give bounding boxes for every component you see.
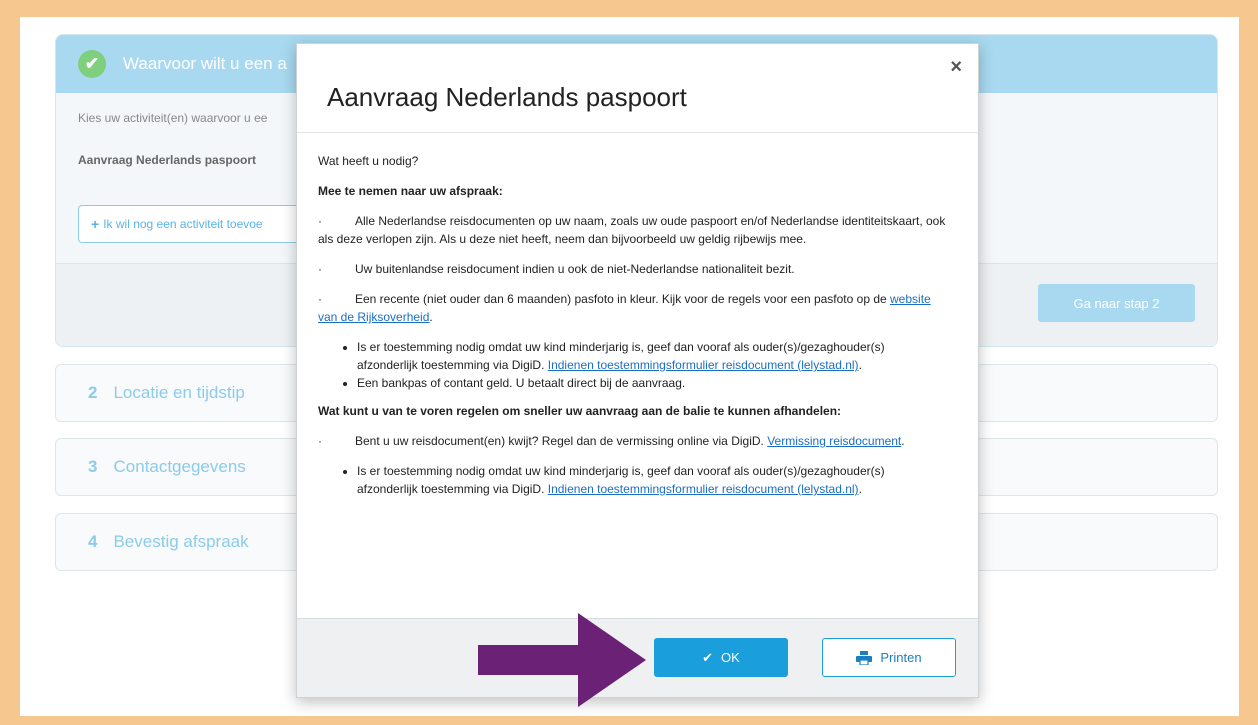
- period: .: [901, 434, 905, 448]
- step-number: 2: [88, 383, 98, 402]
- step-number: 4: [88, 532, 98, 551]
- plus-icon: +: [91, 216, 100, 232]
- close-icon[interactable]: ×: [950, 56, 962, 79]
- requirement-item: · Een recente (niet ouder dan 6 maanden) …: [318, 290, 948, 326]
- ok-label: OK: [721, 650, 740, 665]
- requirement-item: · Bent u uw reisdocument(en) kwijt? Regel…: [318, 432, 948, 450]
- modal-body: Wat heeft u nodig? Mee te nemen naar uw …: [297, 134, 978, 621]
- check-icon: ✔: [78, 50, 106, 78]
- info-modal: Aanvraag Nederlands paspoort × Wat heeft…: [296, 43, 979, 698]
- consent-form-link[interactable]: Indienen toestemmingsformulier reisdocum…: [548, 358, 859, 372]
- requirement-item: · Uw buitenlandse reisdocument indien u o…: [318, 260, 948, 278]
- modal-header: Aanvraag Nederlands paspoort ×: [297, 44, 978, 133]
- step-label: Bevestig afspraak: [113, 532, 249, 551]
- list-item: Is er toestemming nodig omdat uw kind mi…: [357, 462, 948, 498]
- step-number: 3: [88, 457, 98, 476]
- requirement-item: · Alle Nederlandse reisdocumenten op uw n…: [318, 212, 948, 248]
- list-item: Is er toestemming nodig omdat uw kind mi…: [357, 338, 948, 374]
- period: .: [858, 482, 862, 496]
- consent-form-link[interactable]: Indienen toestemmingsformulier reisdocum…: [548, 482, 859, 496]
- step-label: Locatie en tijdstip: [113, 383, 245, 402]
- list-item-text: Een bankpas of contant geld. U betaalt d…: [357, 376, 686, 390]
- list-item: Een bankpas of contant geld. U betaalt d…: [357, 374, 948, 392]
- dot-bullet: ·: [318, 262, 322, 276]
- printer-icon: [856, 650, 873, 665]
- step-label: Contactgegevens: [113, 457, 246, 476]
- period: .: [429, 310, 433, 324]
- vermissing-link[interactable]: Vermissing reisdocument: [767, 434, 901, 448]
- consent-list: Is er toestemming nodig omdat uw kind mi…: [318, 462, 948, 498]
- selected-activity: Aanvraag Nederlands paspoort: [78, 153, 257, 167]
- add-activity-button[interactable]: + Ik wil nog een activiteit toevoe: [78, 205, 318, 243]
- dot-bullet: ·: [318, 434, 322, 448]
- intro-text: Wat heeft u nodig?: [318, 154, 419, 168]
- modal-title: Aanvraag Nederlands paspoort: [327, 82, 687, 112]
- requirement-text: Een recente (niet ouder dan 6 maanden) p…: [355, 292, 891, 306]
- print-label: Printen: [880, 650, 922, 665]
- requirement-text: Bent u uw reisdocument(en) kwijt? Regel …: [355, 434, 768, 448]
- print-button[interactable]: Printen: [822, 638, 956, 677]
- step-1-title: Waarvoor wilt u een a: [123, 54, 287, 73]
- section-heading-prepare: Wat kunt u van te voren regelen om snell…: [318, 404, 842, 418]
- dot-bullet: ·: [318, 292, 322, 306]
- consent-list: Is er toestemming nodig omdat uw kind mi…: [318, 338, 948, 392]
- arrow-icon: [478, 613, 646, 707]
- period: .: [858, 358, 862, 372]
- next-step-button[interactable]: Ga naar stap 2: [1038, 284, 1195, 322]
- requirement-text: Alle Nederlandse reisdocumenten op uw na…: [318, 214, 946, 246]
- requirement-text: Uw buitenlandse reisdocument indien u oo…: [355, 262, 795, 276]
- checkmark-icon: ✔: [702, 649, 714, 665]
- section-heading-bring: Mee te nemen naar uw afspraak:: [318, 184, 503, 198]
- add-activity-label: Ik wil nog een activiteit toevoe: [103, 217, 263, 231]
- dot-bullet: ·: [318, 214, 322, 228]
- ok-button[interactable]: ✔ OK: [654, 638, 788, 677]
- activity-hint: Kies uw activiteit(en) waarvoor u ee: [78, 111, 268, 125]
